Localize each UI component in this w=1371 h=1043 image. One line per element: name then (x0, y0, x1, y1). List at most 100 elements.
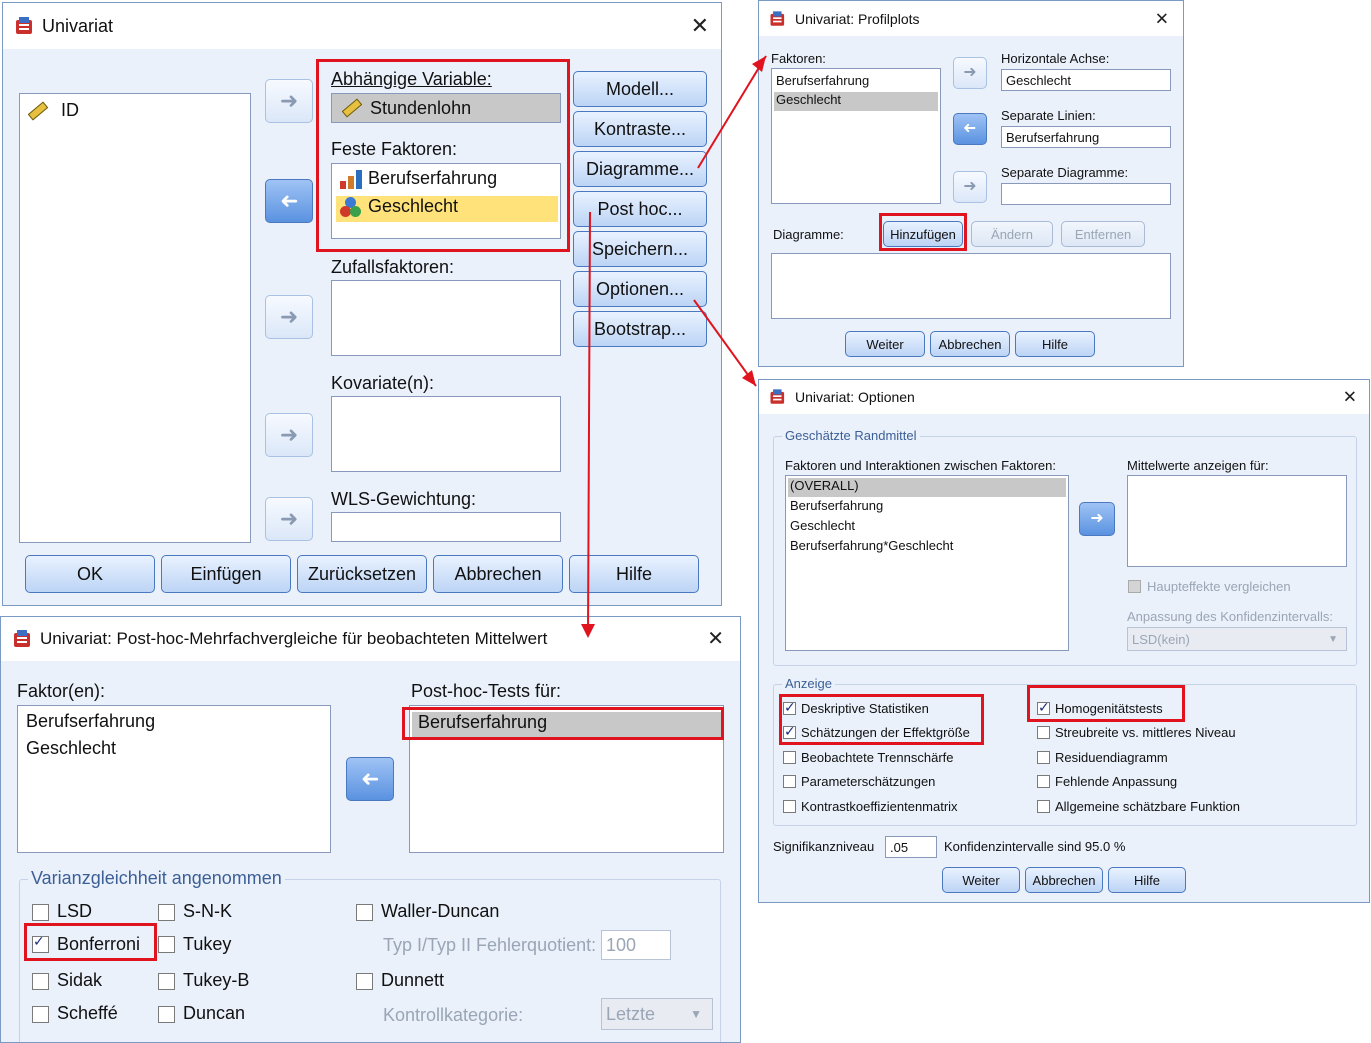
tukey-b-checkbox[interactable] (158, 973, 175, 990)
arrowhead-icon (742, 370, 756, 386)
lsd-checkbox[interactable] (32, 904, 49, 921)
snk-checkbox[interactable] (158, 904, 175, 921)
move-lines-button[interactable]: ➜ (953, 113, 987, 145)
model-button[interactable]: Modell... (573, 71, 707, 107)
options-button[interactable]: Optionen... (573, 271, 707, 307)
residual-plot-checkbox[interactable] (1037, 751, 1050, 764)
power-checkbox[interactable] (783, 751, 796, 764)
wls-label: WLS-Gewichtung: (331, 489, 477, 509)
significance-field[interactable]: .05 (885, 836, 937, 858)
cancel-button[interactable]: Abbrechen (433, 555, 563, 593)
checkbox-label: Schätzungen der Effektgröße (801, 725, 970, 740)
lack-of-fit-checkbox[interactable] (1037, 775, 1050, 788)
sidak-checkbox[interactable] (32, 973, 49, 990)
continue-button[interactable]: Weiter (845, 331, 925, 357)
fixed-factors-list[interactable]: Berufserfahrung Geschlecht (331, 163, 561, 239)
continue-button[interactable]: Weiter (942, 867, 1020, 893)
dunnett-checkbox[interactable] (356, 973, 373, 990)
move-plots-button[interactable]: ➜ (953, 171, 987, 203)
posthoc-tests-for-list[interactable]: Berufserfahrung (409, 705, 724, 853)
duncan-checkbox[interactable] (158, 1006, 175, 1023)
change-button[interactable]: Ändern (971, 221, 1053, 247)
control-category-label: Kontrollkategorie: (383, 1005, 524, 1025)
means-list[interactable] (1127, 475, 1347, 567)
profile-factors-list[interactable]: Berufserfahrung Geschlecht (771, 68, 941, 204)
move-means-button[interactable]: ➜ (1079, 502, 1115, 536)
covariates-list[interactable] (331, 396, 561, 472)
move-dependent-button[interactable]: ➜ (265, 79, 313, 123)
posthoc-button[interactable]: Post hoc... (573, 191, 707, 227)
list-item[interactable]: Geschlecht (774, 92, 938, 111)
close-icon[interactable]: ✕ (707, 629, 724, 649)
control-category-dropdown[interactable]: Letzte ▼ (601, 998, 713, 1030)
close-icon[interactable]: ✕ (1155, 10, 1169, 27)
general-function-checkbox[interactable] (1037, 800, 1050, 813)
error-ratio-field[interactable]: 100 (601, 930, 671, 960)
arrow-right-icon: ➜ (279, 422, 299, 447)
contrasts-button[interactable]: Kontraste... (573, 111, 707, 147)
source-variable-list[interactable]: ID (19, 93, 251, 543)
ok-button[interactable]: OK (25, 555, 155, 593)
help-button[interactable]: Hilfe (569, 555, 699, 593)
list-item[interactable]: Geschlecht (790, 518, 855, 533)
ci-adjust-dropdown[interactable]: LSD(kein) ▼ (1127, 627, 1347, 651)
list-item[interactable]: Geschlecht (336, 196, 558, 222)
move-factor-button[interactable]: ➜ (265, 179, 313, 223)
posthoc-factors-list[interactable]: Berufserfahrung Geschlecht (17, 705, 331, 853)
list-item[interactable]: Berufserfahrung*Geschlecht (790, 538, 953, 553)
app-icon (770, 389, 788, 404)
list-item[interactable]: Berufserfahrung (340, 168, 497, 190)
diagrams-list[interactable] (771, 253, 1171, 319)
compare-main-checkbox[interactable] (1128, 580, 1141, 593)
homogeneity-checkbox[interactable] (1037, 699, 1050, 716)
list-item[interactable]: Berufserfahrung (412, 712, 721, 737)
help-button[interactable]: Hilfe (1015, 331, 1095, 357)
list-item[interactable]: (OVERALL) (788, 478, 1066, 497)
list-item[interactable]: Berufserfahrung (26, 711, 155, 732)
diagrams-label: Diagramme: (773, 227, 844, 242)
tukey-checkbox[interactable] (158, 936, 175, 953)
separate-lines-field[interactable]: Berufserfahrung (1001, 126, 1171, 148)
parameter-checkbox[interactable] (783, 775, 796, 788)
list-item[interactable]: Berufserfahrung (790, 498, 883, 513)
random-factors-list[interactable] (331, 280, 561, 356)
help-button[interactable]: Hilfe (1108, 867, 1186, 893)
scheffe-checkbox[interactable] (32, 1006, 49, 1023)
reset-button[interactable]: Zurücksetzen (297, 555, 427, 593)
nominal-icon (340, 197, 362, 218)
cancel-button[interactable]: Abbrechen (930, 331, 1010, 357)
posthoc-dialog: Univariat: Post-hoc-Mehrfachvergleiche f… (0, 616, 741, 1043)
move-posthoc-button[interactable]: ➜ (346, 757, 394, 801)
move-horizontal-button[interactable]: ➜ (953, 57, 987, 89)
move-covariate-button[interactable]: ➜ (265, 413, 313, 457)
dependent-field[interactable]: Stundenlohn (331, 93, 561, 123)
add-button[interactable]: Hinzufügen (883, 221, 963, 247)
bootstrap-button[interactable]: Bootstrap... (573, 311, 707, 347)
posthoc-titlebar: Univariat: Post-hoc-Mehrfachvergleiche f… (1, 617, 740, 661)
list-item[interactable]: Berufserfahrung (776, 73, 869, 88)
save-button[interactable]: Speichern... (573, 231, 707, 267)
list-item[interactable]: Geschlecht (26, 738, 116, 759)
close-icon[interactable]: ✕ (1343, 389, 1357, 406)
descriptive-checkbox[interactable] (783, 699, 796, 716)
bonferroni-checkbox[interactable] (32, 933, 49, 953)
separate-plots-field[interactable] (1001, 183, 1171, 205)
posthoc-factors-label: Faktor(en): (17, 681, 106, 701)
spread-level-checkbox[interactable] (1037, 726, 1050, 739)
effect-size-checkbox[interactable] (783, 723, 796, 740)
plots-button[interactable]: Diagramme... (573, 151, 707, 187)
factors-interactions-list[interactable]: (OVERALL) Berufserfahrung Geschlecht Ber… (785, 475, 1069, 651)
horizontal-axis-field[interactable]: Geschlecht (1001, 69, 1171, 91)
list-item[interactable]: ID (27, 100, 80, 121)
waller-duncan-checkbox[interactable] (356, 904, 373, 921)
move-random-button[interactable]: ➜ (265, 295, 313, 339)
close-icon[interactable]: ✕ (691, 15, 709, 37)
ci-text: Konfidenzintervalle sind 95.0 % (944, 839, 1126, 854)
move-wls-button[interactable]: ➜ (265, 497, 313, 541)
cancel-button[interactable]: Abbrechen (1025, 867, 1103, 893)
contrast-matrix-checkbox[interactable] (783, 800, 796, 813)
paste-button[interactable]: Einfügen (161, 555, 291, 593)
remove-button[interactable]: Entfernen (1061, 221, 1145, 247)
list-item-label: ID (61, 100, 80, 120)
wls-field[interactable] (331, 512, 561, 542)
